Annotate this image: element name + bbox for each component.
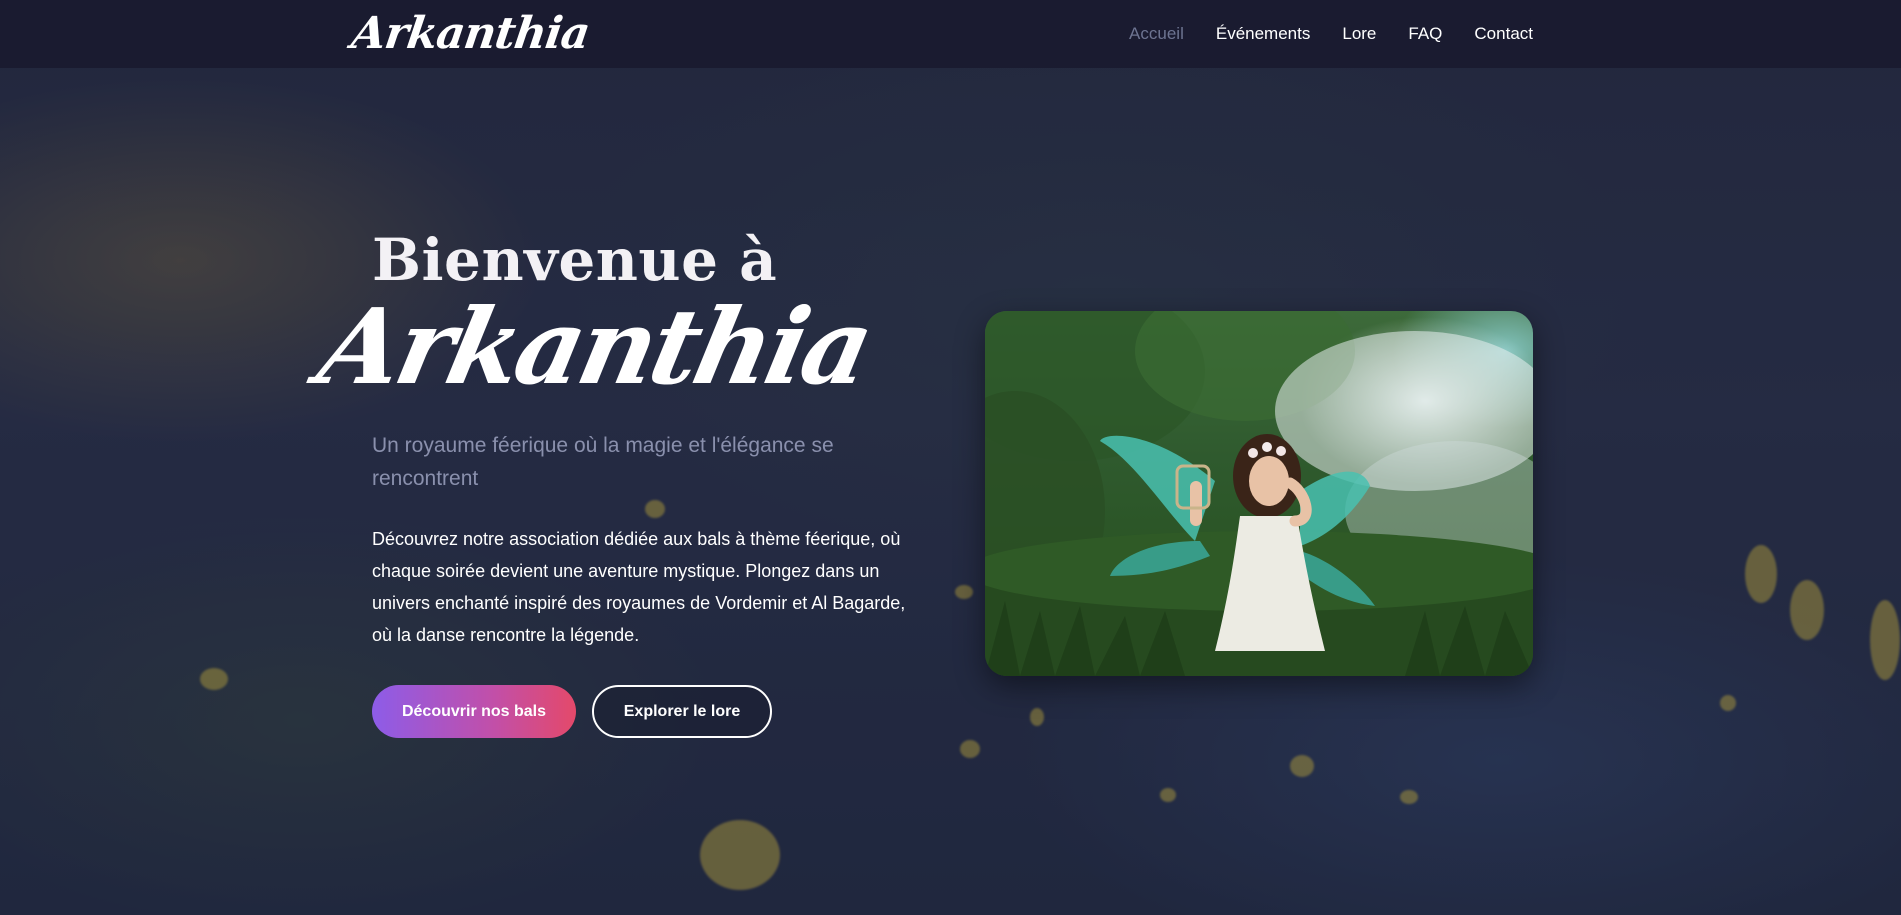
site-logo[interactable]: Arkanthia [348, 8, 592, 59]
hero-buttons: Découvrir nos bals Explorer le lore [372, 685, 912, 739]
fairy-illustration [985, 311, 1533, 676]
firefly-light [1790, 580, 1824, 640]
nav-link-faq[interactable]: FAQ [1408, 24, 1442, 44]
nav-links: Accueil Événements Lore FAQ Contact [1129, 24, 1533, 44]
explore-lore-button[interactable]: Explorer le lore [592, 685, 772, 739]
firefly-light [1290, 755, 1314, 777]
hero-description: Découvrez notre association dédiée aux b… [372, 529, 906, 646]
firefly-light [960, 740, 980, 758]
firefly-light [1720, 695, 1736, 711]
discover-balls-button[interactable]: Découvrir nos bals [372, 685, 576, 739]
hero-brand-title: Arkanthia [308, 285, 881, 408]
hero-text: Bienvenue à Arkanthia Un royaume féeriqu… [309, 226, 912, 739]
firefly-light [1870, 600, 1900, 680]
nav-link-accueil[interactable]: Accueil [1129, 24, 1184, 44]
hero-subtitle: Un royaume féerique où la magie et l'élé… [372, 434, 834, 491]
nav-link-evenements[interactable]: Événements [1216, 24, 1311, 44]
firefly-light [1160, 788, 1176, 802]
firefly-light [700, 820, 780, 890]
firefly-light [200, 668, 228, 690]
firefly-light [955, 585, 973, 599]
nav-link-contact[interactable]: Contact [1474, 24, 1533, 44]
hero-background [0, 0, 1901, 915]
firefly-light [1745, 545, 1777, 603]
hero-heading: Bienvenue à [372, 226, 778, 294]
nav-link-lore[interactable]: Lore [1342, 24, 1376, 44]
firefly-light [1030, 708, 1044, 726]
firefly-light [1400, 790, 1418, 804]
top-navigation: Arkanthia Accueil Événements Lore FAQ Co… [0, 0, 1901, 68]
hero-image-fairy [985, 311, 1533, 676]
